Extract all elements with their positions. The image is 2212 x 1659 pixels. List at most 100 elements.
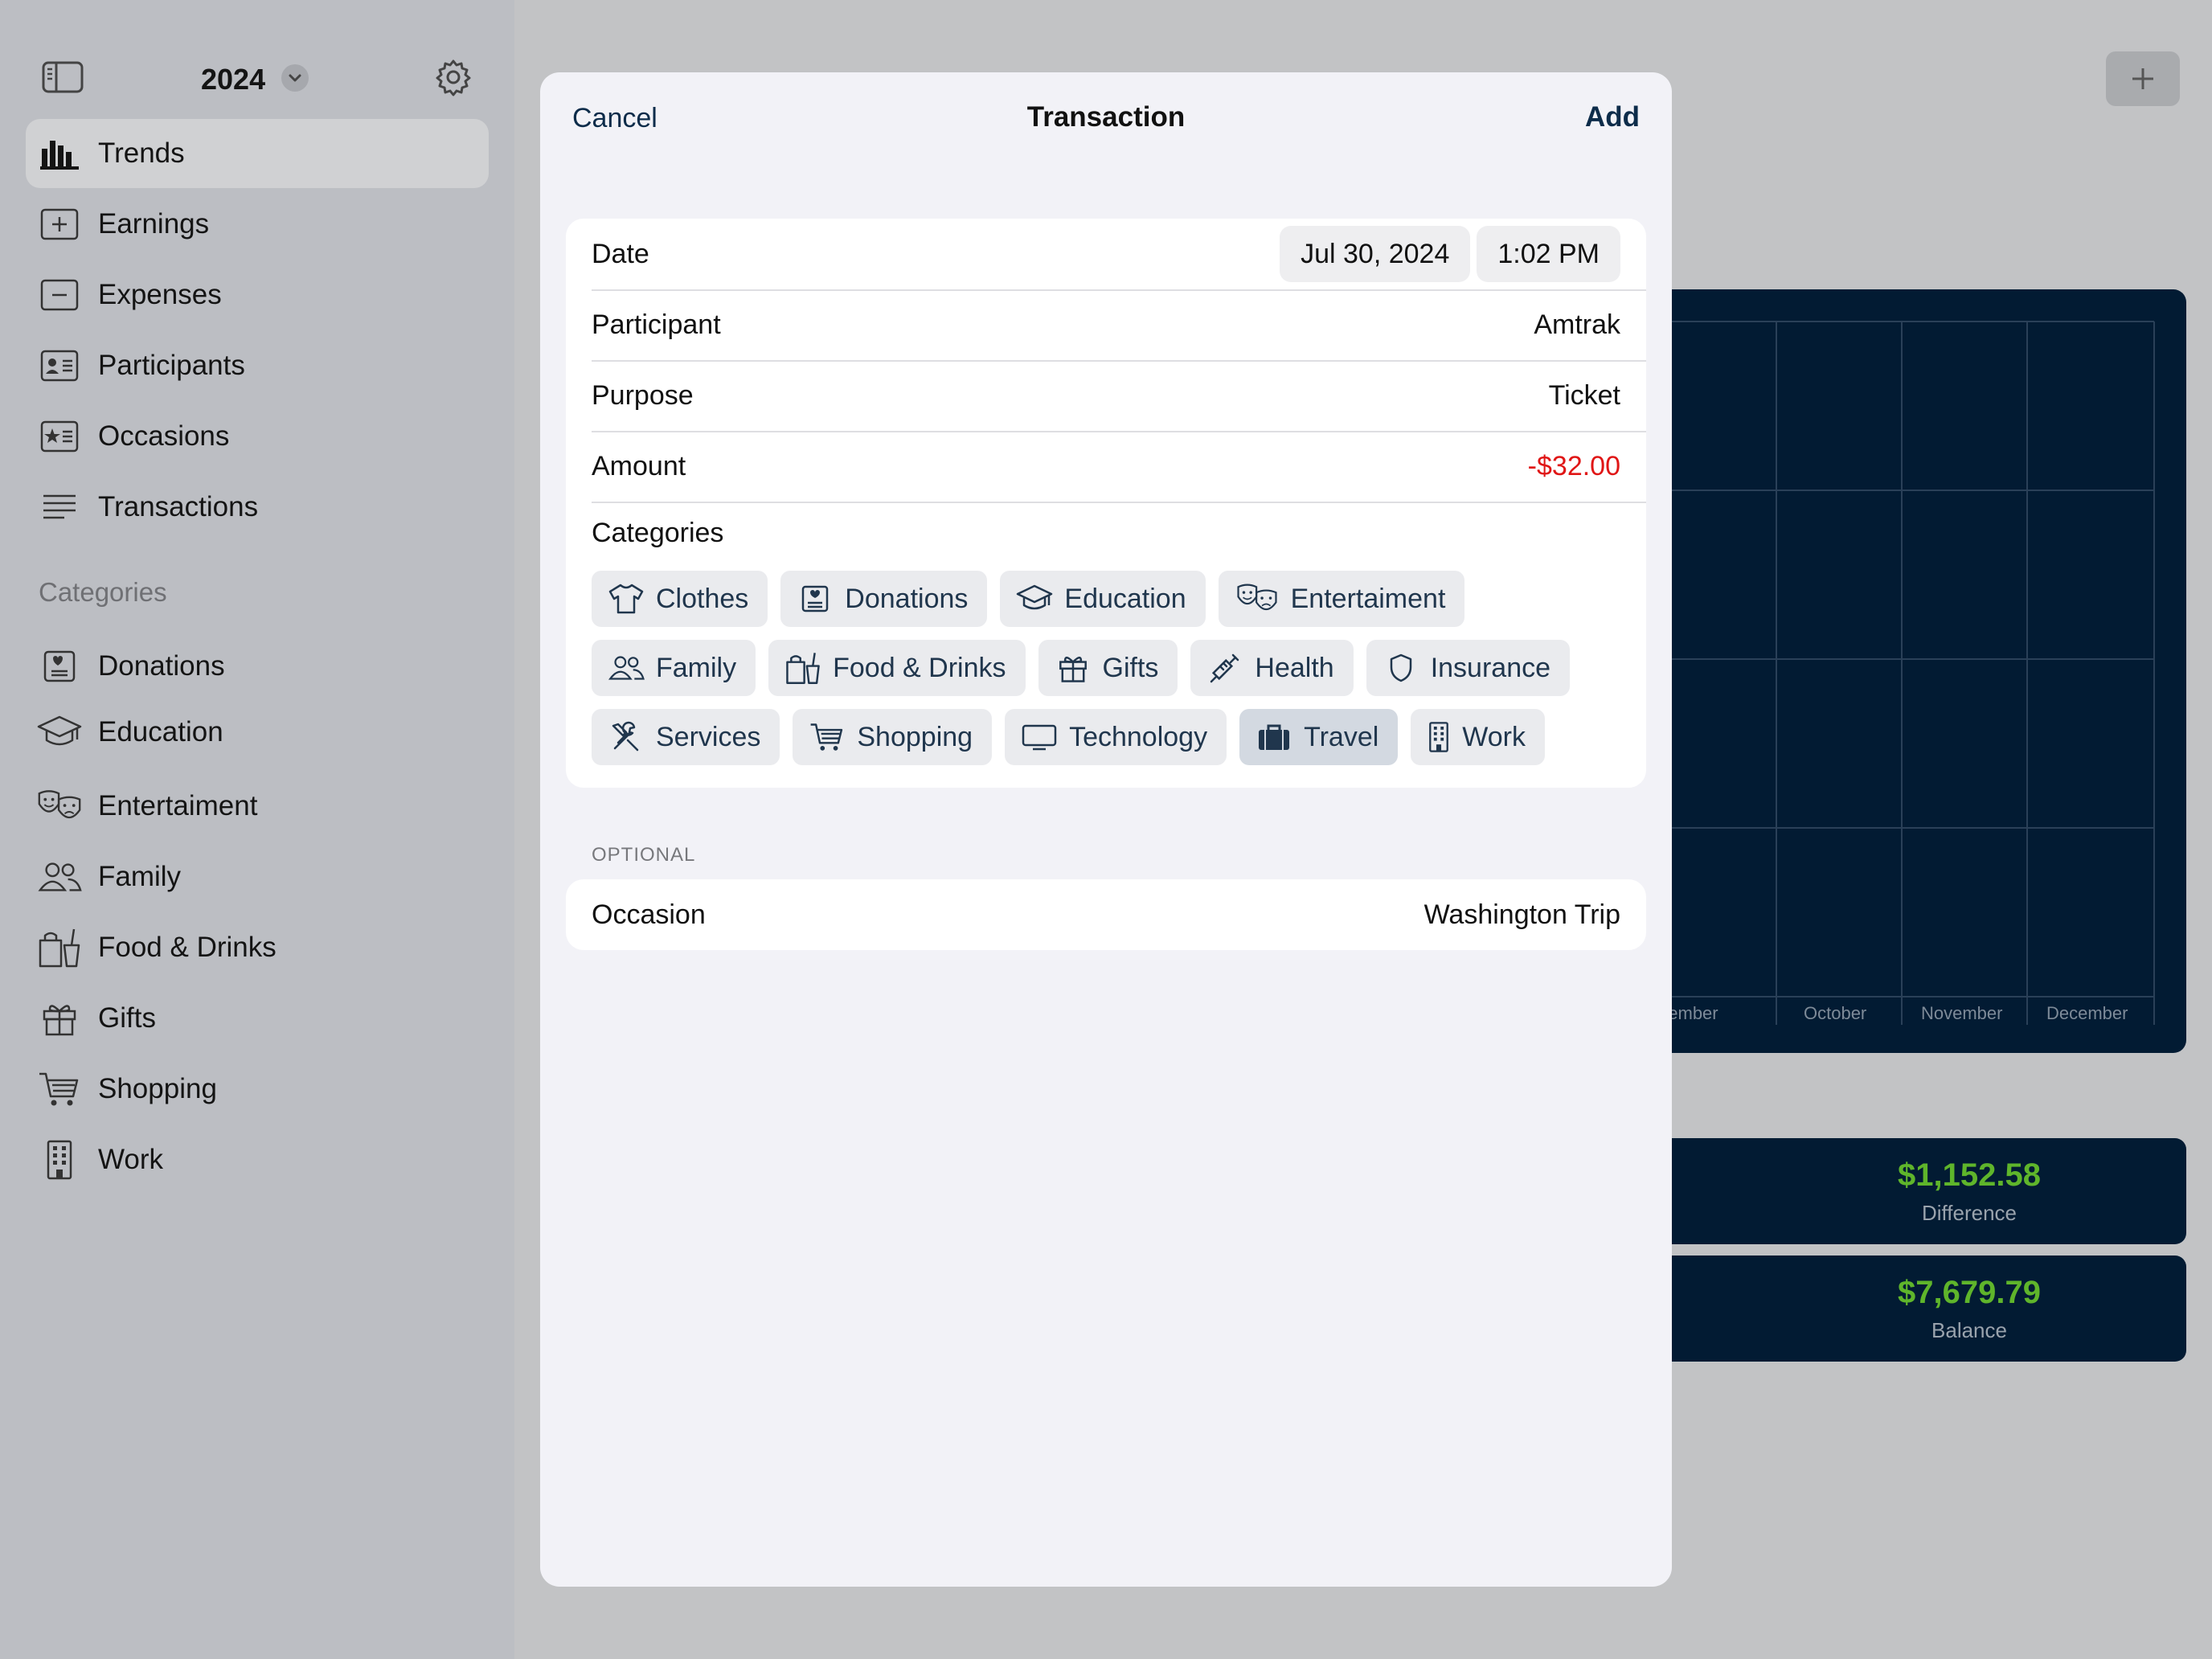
chip-shopping[interactable]: Shopping (793, 709, 993, 765)
divider (592, 502, 1646, 503)
people-icon (608, 649, 645, 686)
sidebar-category-donations[interactable]: Donations (26, 632, 489, 701)
sidebar-item-expenses[interactable]: Expenses (26, 260, 489, 330)
sidebar-item-label: Trends (98, 137, 185, 169)
chip-entertaiment[interactable]: Entertaiment (1218, 571, 1465, 627)
transaction-sheet: Cancel Transaction Add Date Jul 30, 2024… (540, 72, 1672, 1587)
tshirt-icon (608, 580, 645, 617)
syringe-icon (1206, 649, 1243, 686)
balance-card: $7,679.79 Balance (1640, 1256, 2186, 1362)
people-icon (37, 854, 82, 899)
list-lines-icon (37, 485, 82, 530)
chip-row: Family Food & Drinks Gifts Health Insura… (592, 640, 1636, 696)
chart-month-label: November (1921, 1003, 2003, 1023)
participant-value[interactable]: Amtrak (1534, 309, 1620, 341)
add-transaction-button[interactable] (2106, 51, 2180, 106)
occasion-row[interactable]: Occasion Washington Trip (592, 879, 1620, 950)
year-selector[interactable]: 2024 (201, 63, 265, 96)
sidebar: 2024 Trends Earnings Expenses Participan… (0, 0, 514, 1659)
categories-label: Categories (592, 518, 724, 548)
chip-row: Clothes Donations Education Entertaiment (592, 571, 1636, 627)
sidebar-item-participants[interactable]: Participants (26, 331, 489, 400)
chip-label: Insurance (1430, 652, 1551, 683)
chart-month-label: October (1804, 1003, 1867, 1023)
balance-value: $7,679.79 (1898, 1275, 2041, 1310)
chip-family[interactable]: Family (592, 640, 756, 696)
chip-services[interactable]: Services (592, 709, 780, 765)
chip-donations[interactable]: Donations (780, 571, 988, 627)
optional-section-header: OPTIONAL (592, 844, 696, 866)
gift-icon (1055, 649, 1092, 686)
sidebar-item-earnings[interactable]: Earnings (26, 190, 489, 259)
chevron-down-icon[interactable] (281, 64, 309, 92)
sidebar-item-trends[interactable]: Trends (26, 119, 489, 188)
sidebar-category-family[interactable]: Family (26, 842, 489, 911)
purpose-value[interactable]: Ticket (1549, 380, 1620, 412)
sidebar-category-gifts[interactable]: Gifts (26, 984, 489, 1053)
sidebar-item-label: Entertaiment (98, 790, 258, 821)
sidebar-category-food-drinks[interactable]: Food & Drinks (26, 913, 489, 982)
theater-masks-icon (37, 784, 82, 829)
date-row: Date Jul 30, 2024 1:02 PM (592, 219, 1620, 289)
chip-label: Technology (1069, 721, 1208, 752)
chip-gifts[interactable]: Gifts (1038, 640, 1178, 696)
sidebar-item-occasions[interactable]: Occasions (26, 402, 489, 471)
date-picker[interactable]: Jul 30, 2024 (1280, 226, 1471, 282)
suitcase-icon (1256, 719, 1292, 756)
participant-row[interactable]: Participant Amtrak (592, 289, 1620, 360)
chip-label: Work (1462, 721, 1526, 752)
tools-icon (608, 719, 645, 756)
chip-label: Entertaiment (1290, 583, 1446, 614)
shield-icon (1382, 649, 1419, 686)
add-button[interactable]: Add (1585, 101, 1640, 133)
chip-food-drinks[interactable]: Food & Drinks (768, 640, 1026, 696)
sidebar-header: 2024 (0, 48, 514, 113)
chip-technology[interactable]: Technology (1005, 709, 1227, 765)
chart-grid (1640, 321, 2155, 1025)
sidebar-category-shopping[interactable]: Shopping (26, 1055, 489, 1124)
sidebar-category-entertaiment[interactable]: Entertaiment (26, 772, 489, 841)
chip-education[interactable]: Education (1000, 571, 1206, 627)
category-chips: Clothes Donations Education Entertaiment (592, 571, 1636, 778)
sidebar-item-label: Family (98, 861, 182, 892)
chip-label: Donations (845, 583, 969, 614)
display-icon (1021, 719, 1058, 756)
optional-group: Occasion Washington Trip (566, 879, 1646, 950)
balance-label: Balance (1931, 1318, 2007, 1342)
amount-value[interactable]: -$32.00 (1528, 451, 1620, 482)
amount-row[interactable]: Amount -$32.00 (592, 431, 1620, 502)
chip-label: Travel (1304, 721, 1379, 752)
graduation-cap-icon (1016, 580, 1053, 617)
chip-label: Services (656, 721, 761, 752)
chart-bar-icon (37, 131, 82, 176)
participant-label: Participant (592, 309, 721, 340)
gear-icon[interactable] (434, 58, 473, 96)
sidebar-toggle-icon[interactable] (42, 61, 84, 93)
chip-health[interactable]: Health (1190, 640, 1354, 696)
graduation-cap-icon (37, 710, 82, 755)
chip-work[interactable]: Work (1411, 709, 1545, 765)
purpose-row[interactable]: Purpose Ticket (592, 360, 1620, 431)
chip-label: Education (1064, 583, 1186, 614)
building-icon (37, 1137, 82, 1182)
chip-label: Health (1255, 652, 1334, 683)
sidebar-item-label: Work (98, 1144, 164, 1175)
cart-icon (37, 1067, 82, 1112)
plus-square-icon (37, 202, 82, 247)
sheet-title: Transaction (1026, 101, 1186, 133)
trends-chart: September October November December (1640, 289, 2186, 1053)
sidebar-category-work[interactable]: Work (26, 1125, 489, 1194)
chip-clothes[interactable]: Clothes (592, 571, 768, 627)
sidebar-item-label: Education (98, 716, 223, 748)
chip-travel[interactable]: Travel (1239, 709, 1399, 765)
theater-masks-icon (1235, 580, 1280, 617)
chip-label: Family (656, 652, 737, 683)
building-icon (1427, 719, 1451, 756)
difference-label: Difference (1921, 1201, 2017, 1225)
sidebar-item-transactions[interactable]: Transactions (26, 473, 489, 542)
sidebar-category-education[interactable]: Education (26, 698, 489, 767)
chip-insurance[interactable]: Insurance (1366, 640, 1571, 696)
time-picker[interactable]: 1:02 PM (1477, 226, 1620, 282)
sidebar-item-label: Expenses (98, 279, 222, 310)
occasion-value[interactable]: Washington Trip (1424, 899, 1620, 931)
